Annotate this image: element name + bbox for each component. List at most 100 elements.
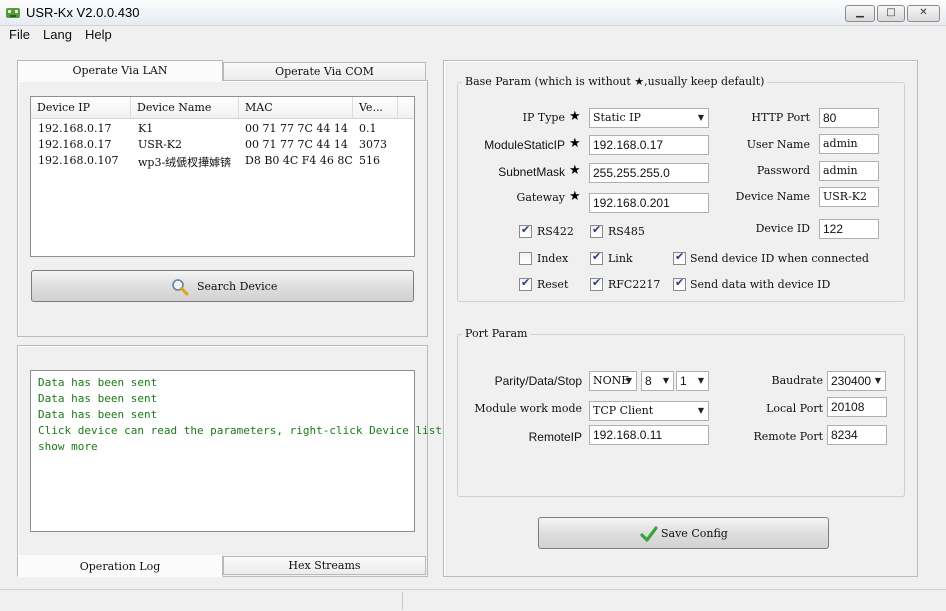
log-line: Data has been sent: [38, 392, 158, 405]
base-param-legend: Base Param (which is without ★,usually k…: [462, 75, 768, 88]
app-icon: [6, 8, 20, 18]
local-port-field[interactable]: 20108: [827, 397, 887, 417]
save-config-button[interactable]: Save Config: [538, 517, 829, 549]
rs422-checkbox[interactable]: ✔: [519, 223, 532, 238]
device-name-field[interactable]: USR-K2: [819, 187, 879, 207]
remote-port-field[interactable]: 8234: [827, 425, 887, 445]
cell-name: K1: [138, 122, 154, 135]
reset-checkbox[interactable]: ✔: [519, 276, 532, 291]
checkmark-icon: ✔: [521, 276, 531, 289]
dropdown-arrow-icon: ▼: [697, 113, 704, 122]
rs485-checkbox[interactable]: ✔: [590, 223, 603, 238]
ip-type-select[interactable]: Static IP ▼: [589, 108, 709, 128]
cell-ip: 192.168.0.17: [38, 122, 112, 135]
list-header: Device IP Device Name MAC Ve...: [31, 97, 414, 119]
password-field[interactable]: admin: [819, 161, 879, 181]
local-port-label: Local Port: [766, 402, 823, 415]
status-bar: [0, 589, 946, 611]
cell-name: wp3-绒傂杈撶嫭锛: [138, 156, 232, 169]
gateway-field[interactable]: 192.168.0.201: [589, 193, 709, 213]
http-port-label: HTTP Port: [751, 111, 810, 124]
menu-file[interactable]: File: [9, 27, 30, 42]
column-header-device-name[interactable]: Device Name: [131, 97, 239, 119]
link-checkbox[interactable]: ✔: [590, 250, 603, 265]
tab-operate-via-lan[interactable]: Operate Via LAN: [17, 60, 223, 82]
data-bits-value: 8: [645, 374, 652, 388]
menu-help[interactable]: Help: [85, 27, 112, 42]
column-header-version[interactable]: Ve...: [353, 97, 398, 119]
tab-operation-log[interactable]: Operation Log: [17, 555, 223, 577]
table-row[interactable]: 192.168.0.17 USR-K2 00 71 77 7C 44 14 30…: [31, 138, 414, 154]
column-header-mac[interactable]: MAC: [239, 97, 353, 119]
module-static-ip-field[interactable]: 192.168.0.17: [589, 135, 709, 155]
minimize-icon: ▁: [856, 7, 864, 18]
user-name-field[interactable]: admin: [819, 134, 879, 154]
checkmark-icon: ✔: [592, 276, 602, 289]
parity-data-stop-label: Parity/Data/Stop: [494, 374, 582, 388]
star-icon: ★: [569, 163, 581, 178]
search-device-button[interactable]: Search Device: [31, 270, 414, 302]
baudrate-select[interactable]: 230400 ▼: [827, 371, 886, 391]
tab-operate-via-com[interactable]: Operate Via COM: [223, 62, 426, 81]
device-list[interactable]: Device IP Device Name MAC Ve... 192.168.…: [30, 96, 415, 257]
ip-type-label: IP Type: [522, 111, 565, 124]
tab-hex-streams[interactable]: Hex Streams: [223, 556, 426, 575]
cell-version: 0.1: [359, 122, 377, 135]
log-line: Click device can read the parameters, ri…: [38, 424, 442, 437]
send-device-id-when-connected-checkbox[interactable]: ✔: [673, 250, 686, 265]
minimize-button[interactable]: ▁: [845, 5, 875, 22]
rfc2217-checkbox[interactable]: ✔: [590, 276, 603, 291]
table-row[interactable]: 192.168.0.107 wp3-绒傂杈撶嫭锛 D8 B0 4C F4 46 …: [31, 154, 414, 170]
cell-ip: 192.168.0.107: [38, 154, 119, 167]
tab-label: Operate Via LAN: [72, 64, 168, 77]
baudrate-value: 230400: [831, 374, 872, 388]
dropdown-arrow-icon: ▼: [697, 376, 704, 385]
cell-mac: D8 B0 4C F4 46 8C: [245, 154, 353, 167]
user-name-label: User Name: [746, 138, 810, 151]
stop-bits-value: 1: [680, 374, 687, 388]
star-icon: ★: [569, 136, 581, 151]
gateway-label: Gateway: [516, 191, 565, 204]
star-icon: ★: [569, 189, 581, 204]
cell-name: USR-K2: [138, 138, 183, 151]
checkmark-icon: ✔: [521, 223, 531, 236]
remote-ip-label: RemoteIP: [528, 430, 582, 444]
cell-mac: 00 71 77 7C 44 14: [245, 122, 348, 135]
index-label: Index: [537, 252, 569, 265]
save-config-label: Save Config: [661, 527, 728, 540]
tab-label: Hex Streams: [288, 559, 361, 572]
cell-version: 516: [359, 154, 380, 167]
checkmark-icon: ✔: [675, 276, 685, 289]
stop-bits-select[interactable]: 1 ▼: [676, 371, 709, 391]
parity-select[interactable]: NONE ▼: [589, 371, 637, 391]
send-data-with-device-id-checkbox[interactable]: ✔: [673, 276, 686, 291]
table-row[interactable]: 192.168.0.17 K1 00 71 77 7C 44 14 0.1: [31, 122, 414, 138]
title-bar: USR-Kx V2.0.0.430 ▁ □ ✕: [0, 0, 946, 26]
subnet-mask-field[interactable]: 255.255.255.0: [589, 163, 709, 183]
checkmark-icon: ✔: [592, 223, 602, 236]
operation-log-text[interactable]: Data has been sent Data has been sent Da…: [30, 370, 442, 532]
remote-ip-field[interactable]: 192.168.0.11: [589, 425, 709, 445]
menu-lang[interactable]: Lang: [43, 27, 72, 42]
close-button[interactable]: ✕: [907, 5, 940, 22]
work-mode-select[interactable]: TCP Client ▼: [589, 401, 709, 421]
http-port-field[interactable]: 80: [819, 108, 879, 128]
dropdown-arrow-icon: ▼: [662, 376, 669, 385]
tab-label: Operate Via COM: [275, 65, 374, 78]
rfc2217-label: RFC2217: [608, 278, 661, 291]
column-header-device-ip[interactable]: Device IP: [31, 97, 131, 119]
menu-bar: File Lang Help: [0, 26, 946, 44]
checkmark-icon: [640, 526, 658, 542]
log-line: Data has been sent: [38, 376, 158, 389]
work-mode-value: TCP Client: [593, 404, 654, 417]
port-param-legend: Port Param: [462, 327, 531, 340]
data-bits-select[interactable]: 8 ▼: [641, 371, 674, 391]
log-line: show more: [38, 440, 98, 453]
index-checkbox[interactable]: [519, 252, 532, 265]
remote-port-label: Remote Port: [753, 430, 823, 443]
reset-label: Reset: [537, 278, 569, 291]
maximize-button[interactable]: □: [877, 5, 905, 22]
cell-version: 3073: [359, 138, 387, 151]
module-static-ip-label: ModuleStaticIP: [484, 138, 565, 152]
device-id-field[interactable]: 122: [819, 219, 879, 239]
